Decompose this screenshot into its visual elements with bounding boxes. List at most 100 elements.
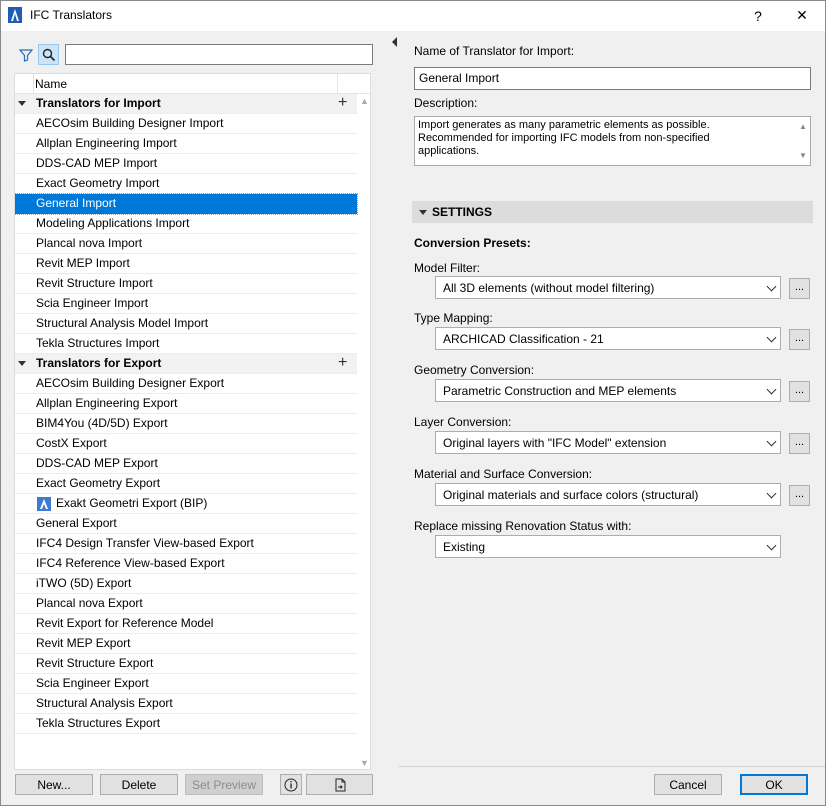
scroll-up-arrow[interactable]: ▲ <box>360 96 370 106</box>
geometry-conversion-more-button[interactable]: ... <box>789 381 810 402</box>
translator-list-item[interactable]: Allplan Engineering Import <box>15 134 357 154</box>
translator-list-item[interactable]: General Import <box>15 193 358 215</box>
renovation-status-value: Existing <box>443 540 486 554</box>
info-button[interactable] <box>280 774 302 795</box>
translator-label: Tekla Structures Export <box>36 716 161 730</box>
translator-label: Exact Geometry Export <box>36 476 161 490</box>
chevron-down-icon <box>766 332 777 343</box>
description-scroll-up[interactable]: ▲ <box>798 120 808 133</box>
translator-label: General Import <box>36 196 117 210</box>
translator-list-item[interactable]: DDS-CAD MEP Export <box>15 454 357 474</box>
model-filter-value: All 3D elements (without model filtering… <box>443 281 655 295</box>
description-scroll-down[interactable]: ▼ <box>798 149 808 162</box>
close-button[interactable]: ✕ <box>782 0 822 31</box>
cancel-button[interactable]: Cancel <box>654 774 722 795</box>
renovation-status-select[interactable]: Existing <box>435 535 781 558</box>
translator-list-item[interactable]: Tekla Structures Import <box>15 334 357 354</box>
translator-label: Revit Structure Export <box>36 656 154 670</box>
translator-label: General Export <box>36 516 117 530</box>
material-surface-conversion-value: Original materials and surface colors (s… <box>443 488 699 502</box>
geometry-conversion-select[interactable]: Parametric Construction and MEP elements <box>435 379 781 402</box>
translator-list-item[interactable]: Revit MEP Export <box>15 634 357 654</box>
settings-section-header[interactable]: SETTINGS <box>412 201 813 223</box>
translator-list-item[interactable]: Tekla Structures Export <box>15 714 357 734</box>
type-mapping-label: Type Mapping: <box>414 311 493 325</box>
translator-label: Allplan Engineering Import <box>36 136 177 150</box>
layer-conversion-more-button[interactable]: ... <box>789 433 810 454</box>
model-filter-more-button[interactable]: ... <box>789 278 810 299</box>
group-label: Translators for Export <box>36 356 162 370</box>
translator-list-item[interactable]: Structural Analysis Export <box>15 694 357 714</box>
collapse-left-icon[interactable] <box>392 37 397 47</box>
chevron-down-icon <box>766 384 777 395</box>
translator-label: DDS-CAD MEP Import <box>36 156 158 170</box>
translator-list-item[interactable]: IFC4 Reference View-based Export <box>15 554 357 574</box>
translator-label: Scia Engineer Export <box>36 676 149 690</box>
document-icon <box>335 778 345 791</box>
column-name-header[interactable]: Name <box>35 77 67 91</box>
translator-list-item[interactable]: iTWO (5D) Export <box>15 574 357 594</box>
translator-list-item[interactable]: Revit Export for Reference Model <box>15 614 357 634</box>
collapse-triangle-icon[interactable] <box>18 361 26 366</box>
translator-list-item[interactable]: BIM4You (4D/5D) Export <box>15 414 357 434</box>
translator-list-item[interactable]: Exakt Geometri Export (BIP) <box>15 494 357 514</box>
scroll-down-arrow[interactable]: ▼ <box>360 758 370 768</box>
new-button[interactable]: New... <box>15 774 93 795</box>
add-translator-icon[interactable]: + <box>338 354 347 372</box>
group-header-export[interactable]: Translators for Export + <box>15 354 357 374</box>
search-toggle-button[interactable] <box>38 44 59 65</box>
type-mapping-select[interactable]: ARCHICAD Classification - 21 <box>435 327 781 350</box>
delete-button[interactable]: Delete <box>100 774 178 795</box>
translator-label: Plancal nova Export <box>36 596 143 610</box>
translator-list-item[interactable]: Scia Engineer Export <box>15 674 357 694</box>
description-label: Description: <box>414 96 478 110</box>
translator-name-field[interactable]: General Import <box>414 67 811 90</box>
translator-list-item[interactable]: Revit Structure Export <box>15 654 357 674</box>
export-file-button[interactable] <box>306 774 373 795</box>
translator-label: Plancal nova Import <box>36 236 143 250</box>
layer-conversion-select[interactable]: Original layers with "IFC Model" extensi… <box>435 431 781 454</box>
ok-button[interactable]: OK <box>740 774 808 795</box>
group-header-import[interactable]: Translators for Import + <box>15 94 357 114</box>
translator-list-item[interactable]: Scia Engineer Import <box>15 294 357 314</box>
set-preview-button[interactable]: Set Preview <box>185 774 263 795</box>
material-surface-conversion-more-button[interactable]: ... <box>789 485 810 506</box>
translator-label: Structural Analysis Export <box>36 696 173 710</box>
translator-list-item[interactable]: Modeling Applications Import <box>15 214 357 234</box>
add-translator-icon[interactable]: + <box>338 94 347 112</box>
translator-list-item[interactable]: Plancal nova Export <box>15 594 357 614</box>
translator-name-label: Name of Translator for Import: <box>414 44 575 58</box>
translator-list-item[interactable]: AECOsim Building Designer Import <box>15 114 357 134</box>
translator-list-item[interactable]: Allplan Engineering Export <box>15 394 357 414</box>
translator-list-item[interactable]: CostX Export <box>15 434 357 454</box>
translator-list-item[interactable]: Revit MEP Import <box>15 254 357 274</box>
translator-list-item[interactable]: General Export <box>15 514 357 534</box>
collapse-triangle-icon[interactable] <box>18 101 26 106</box>
translator-label: AECOsim Building Designer Import <box>36 116 224 130</box>
translator-label: IFC4 Design Transfer View-based Export <box>36 536 254 550</box>
translator-list-item[interactable]: Exact Geometry Export <box>15 474 357 494</box>
translator-label: Scia Engineer Import <box>36 296 149 310</box>
material-surface-conversion-select[interactable]: Original materials and surface colors (s… <box>435 483 781 506</box>
translator-list-item[interactable]: Plancal nova Import <box>15 234 357 254</box>
model-filter-select[interactable]: All 3D elements (without model filtering… <box>435 276 781 299</box>
translator-list-item[interactable]: DDS-CAD MEP Import <box>15 154 357 174</box>
type-mapping-more-button[interactable]: ... <box>789 329 810 350</box>
translator-label: Structural Analysis Model Import <box>36 316 209 330</box>
translator-list: Name Translators for Import + AECOsim Buil… <box>14 73 371 770</box>
pane-splitter[interactable] <box>389 31 399 806</box>
translator-label: Allplan Engineering Export <box>36 396 178 410</box>
translator-label: BIM4You (4D/5D) Export <box>36 416 168 430</box>
filter-icon[interactable] <box>19 48 33 62</box>
translator-list-item[interactable]: Exact Geometry Import <box>15 174 357 194</box>
translator-list-item[interactable]: IFC4 Design Transfer View-based Export <box>15 534 357 554</box>
translator-list-item[interactable]: Revit Structure Import <box>15 274 357 294</box>
search-icon <box>42 48 56 62</box>
search-input[interactable] <box>65 44 373 65</box>
description-line: Import generates as many parametric elem… <box>418 119 710 131</box>
help-button[interactable]: ? <box>738 0 778 31</box>
translator-list-item[interactable]: Structural Analysis Model Import <box>15 314 357 334</box>
description-field[interactable]: Import generates as many parametric elem… <box>414 116 811 166</box>
translator-label: IFC4 Reference View-based Export <box>36 556 225 570</box>
translator-list-item[interactable]: AECOsim Building Designer Export <box>15 374 357 394</box>
